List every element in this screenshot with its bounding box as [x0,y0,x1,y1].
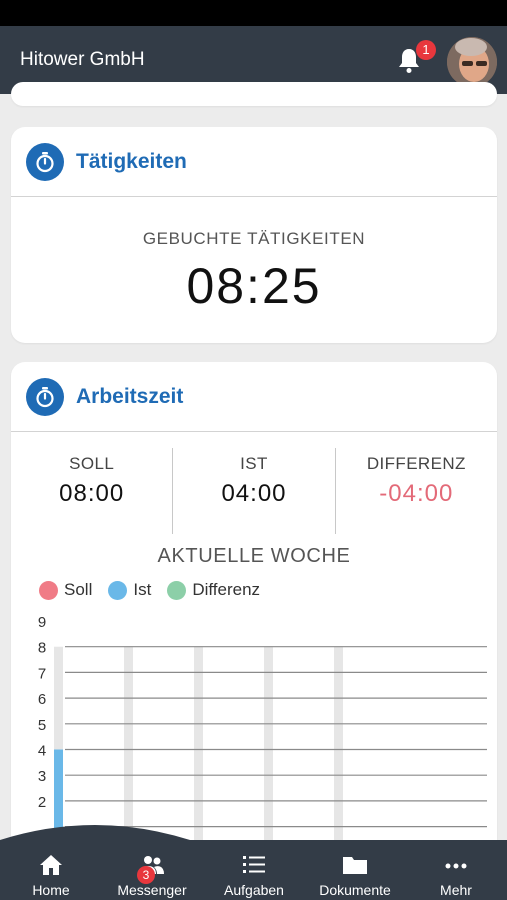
more-icon [445,863,467,869]
worktime-card-header: Arbeitszeit [11,362,497,432]
legend-label: Soll [64,580,93,599]
legend-label: Ist [133,580,152,599]
folder-icon [343,857,367,874]
legend-item-differenz[interactable]: Differenz [167,580,260,600]
stopwatch-icon [26,377,64,416]
stat-value: -04:00 [379,480,454,507]
stat-differenz: DIFFERENZ -04:00 [334,448,497,534]
chart-legend: Soll Ist Differenz [39,580,276,600]
y-tick-label: 5 [38,717,46,734]
home-icon [40,855,62,875]
stat-label: IST [240,454,268,473]
nav-home[interactable]: Home [1,840,101,900]
legend-label: Differenz [192,580,261,599]
nav-label: Mehr [440,882,472,898]
status-bar [0,0,507,26]
activities-value: 08:25 [186,258,322,314]
nav-mehr[interactable]: Mehr [406,840,506,900]
nav-label: Messenger [117,882,187,898]
legend-dot [167,580,187,600]
y-tick-label: 8 [38,640,46,657]
soll-bar [194,646,203,842]
y-tick-label: 7 [38,665,46,682]
stat-value: 08:00 [59,480,125,507]
notification-badge: 1 [416,40,436,60]
previous-card [11,82,497,106]
app-title: Hitower GmbH [20,49,145,70]
legend-dot [39,580,58,600]
y-tick-label: 2 [38,794,46,811]
y-tick-label: 4 [38,743,46,760]
chart-title: AKTUELLE WOCHE [157,545,351,567]
soll-bar [124,646,133,842]
list-icon [243,856,265,873]
avatar[interactable] [447,37,497,87]
y-tick-label: 6 [38,691,46,708]
nav-label: Home [32,882,70,898]
legend-item-soll[interactable]: Soll [39,580,92,600]
soll-bar [264,646,273,842]
stat-ist: IST 04:00 [172,448,334,534]
y-tick-label: 3 [38,768,46,785]
activities-card: Tätigkeiten GEBUCHTE TÄTIGKEITEN 08:25 [11,127,497,343]
stat-label: SOLL [69,454,115,473]
messenger-badge: 3 [137,866,155,884]
nav-aufgaben[interactable]: Aufgaben [204,840,304,900]
nav-label: Dokumente [319,882,391,898]
soll-bar [334,646,343,842]
worktime-stats: SOLL 08:00 IST 04:00 DIFFERENZ -04:00 [11,448,497,534]
nav-label: Aufgaben [224,882,284,898]
y-tick-label: 9 [38,614,46,631]
legend-dot [108,580,128,600]
nav-dokumente[interactable]: Dokumente [305,840,405,900]
stat-value: 04:00 [221,480,287,507]
stat-label: DIFFERENZ [366,454,466,473]
stat-soll: SOLL 08:00 [11,448,172,534]
activities-label: GEBUCHTE TÄTIGKEITEN [142,229,366,248]
legend-item-ist[interactable]: Ist [108,580,151,600]
worktime-title: Arbeitszeit [76,384,184,408]
weekly-chart: 9 8 7 6 5 4 3 2 [38,614,487,842]
activities-card-header: Tätigkeiten [11,127,497,197]
activities-title: Tätigkeiten [76,149,187,173]
stopwatch-icon [26,142,64,181]
